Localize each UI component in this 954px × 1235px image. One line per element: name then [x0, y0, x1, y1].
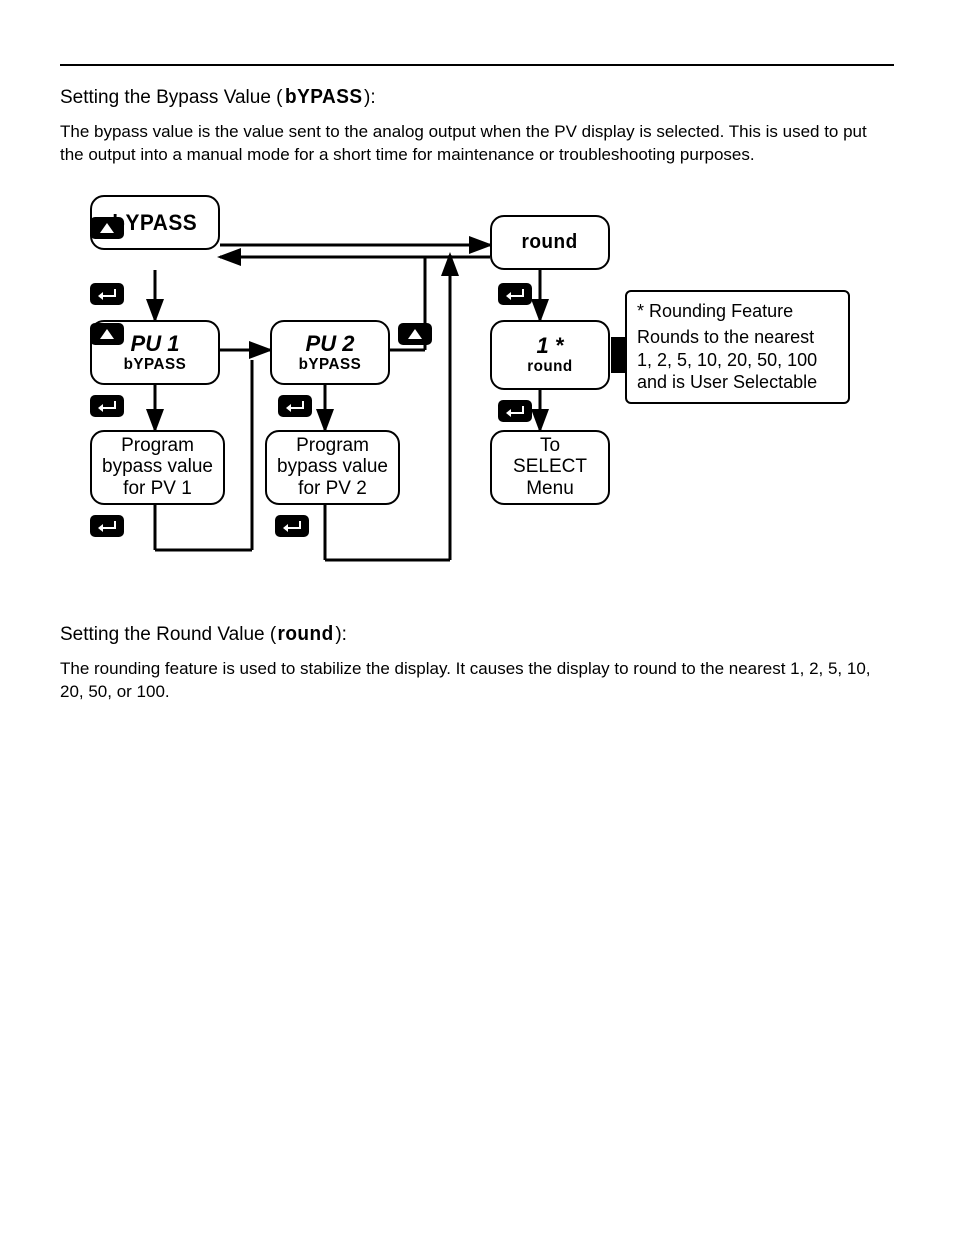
- node-round-value: 1 * round: [490, 320, 610, 390]
- prog2-l3: for PV 2: [298, 478, 367, 500]
- bypass-intro-paragraph: The bypass value is the value sent to th…: [60, 121, 894, 167]
- node-pv1-sub: bYPASS: [124, 356, 187, 374]
- prog2-l2: bypass value: [277, 456, 388, 478]
- enter-icon: [90, 395, 124, 417]
- round-title-seg: round: [278, 621, 334, 648]
- node-pv2-sub: bYPASS: [299, 356, 362, 374]
- node-round-label: round: [522, 231, 578, 254]
- node-program-pv1: Program bypass value for PV 1: [90, 430, 225, 505]
- up-arrow-icon: [398, 323, 432, 345]
- title-suffix: ):: [364, 87, 376, 108]
- title-seg-bypass: bYPASS: [285, 84, 362, 111]
- round-title-prefix: Setting the Round Value (: [60, 624, 276, 645]
- callout-l3: 1, 2, 5, 10, 20, 50, 100: [637, 349, 838, 372]
- node-program-pv2: Program bypass value for PV 2: [265, 430, 400, 505]
- enter-icon: [90, 283, 124, 305]
- callout-l4: and is User Selectable: [637, 371, 838, 394]
- flow-diagram: bYPASS PU 1 bYPASS PU 2 bYPASS Program b…: [90, 195, 880, 595]
- round-section-title: Setting the Round Value (round):: [60, 621, 894, 648]
- node-round-value-sub: round: [527, 358, 572, 376]
- enter-icon: [278, 395, 312, 417]
- callout-l2: Rounds to the nearest: [637, 326, 838, 349]
- up-arrow-icon: [90, 323, 124, 345]
- tosel-l2: SELECT: [513, 456, 587, 478]
- node-bypass-label: bYPASS: [113, 210, 198, 235]
- prog2-l1: Program: [296, 435, 369, 457]
- bypass-section-title: Setting the Bypass Value (bYPASS):: [60, 84, 894, 111]
- node-to-select-menu: To SELECT Menu: [490, 430, 610, 505]
- round-title-suffix: ):: [335, 624, 347, 645]
- prog1-l1: Program: [121, 435, 194, 457]
- callout-connector: [611, 337, 625, 373]
- round-section: Setting the Round Value (round): The rou…: [60, 621, 894, 704]
- rounding-callout: * Rounding Feature Rounds to the nearest…: [625, 290, 850, 404]
- node-pv2: PU 2 bYPASS: [270, 320, 390, 385]
- node-round: round: [490, 215, 610, 270]
- prog1-l2: bypass value: [102, 456, 213, 478]
- up-arrow-icon: [90, 217, 124, 239]
- horizontal-rule: [60, 64, 894, 66]
- title-prefix: Setting the Bypass Value (: [60, 87, 283, 108]
- tosel-l3: Menu: [526, 478, 574, 500]
- enter-icon: [498, 400, 532, 422]
- node-pv1-title: PU 1: [131, 331, 180, 356]
- callout-l1: * Rounding Feature: [637, 300, 838, 323]
- node-round-value-top: 1 *: [537, 333, 564, 358]
- node-pv2-title: PU 2: [306, 331, 355, 356]
- enter-icon: [498, 283, 532, 305]
- prog1-l3: for PV 1: [123, 478, 192, 500]
- enter-icon: [275, 515, 309, 537]
- intro-section: Setting the Bypass Value (bYPASS): The b…: [60, 84, 894, 167]
- tosel-l1: To: [540, 435, 560, 457]
- enter-icon: [90, 515, 124, 537]
- round-paragraph: The rounding feature is used to stabiliz…: [60, 658, 894, 704]
